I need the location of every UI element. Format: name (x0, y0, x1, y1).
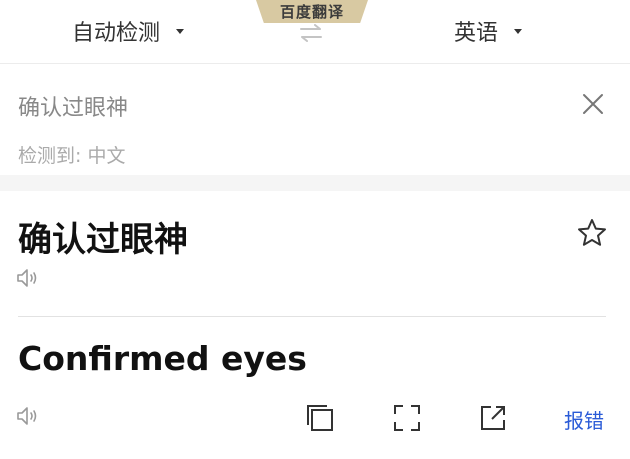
speaker-icon[interactable] (16, 267, 40, 289)
translate-app: 自动检测 百度翻译 英语 确认过眼神 检测到: 中文 确认过眼神 Confirm… (0, 0, 630, 459)
fullscreen-icon[interactable] (392, 403, 422, 433)
language-bar: 自动检测 百度翻译 英语 (0, 0, 630, 64)
speaker-icon[interactable] (16, 405, 40, 427)
caret-down-icon (514, 28, 523, 34)
target-language-label: 英语 (454, 21, 499, 46)
report-error-link[interactable]: 报错 (564, 405, 604, 434)
source-language-label: 自动检测 (72, 21, 161, 46)
translation-text: Confirmed eyes (18, 339, 307, 378)
input-text[interactable]: 确认过眼神 (18, 90, 128, 122)
source-language-select[interactable]: 自动检测 (72, 14, 185, 48)
brand-tab: 百度翻译 (256, 0, 368, 23)
input-area[interactable]: 确认过眼神 检测到: 中文 (0, 65, 630, 175)
copy-icon[interactable] (305, 403, 335, 433)
result-source-text: 确认过眼神 (18, 220, 188, 260)
star-icon[interactable] (576, 217, 608, 249)
swap-icon[interactable] (298, 24, 324, 42)
divider (18, 316, 606, 317)
result-area: 确认过眼神 Confirmed eyes 报错 (0, 191, 630, 459)
target-language-select[interactable]: 英语 (454, 14, 523, 48)
clear-icon[interactable] (581, 92, 605, 116)
section-separator (0, 175, 630, 191)
detected-language: 检测到: 中文 (18, 145, 126, 167)
share-icon[interactable] (478, 403, 508, 433)
caret-down-icon (176, 28, 185, 34)
